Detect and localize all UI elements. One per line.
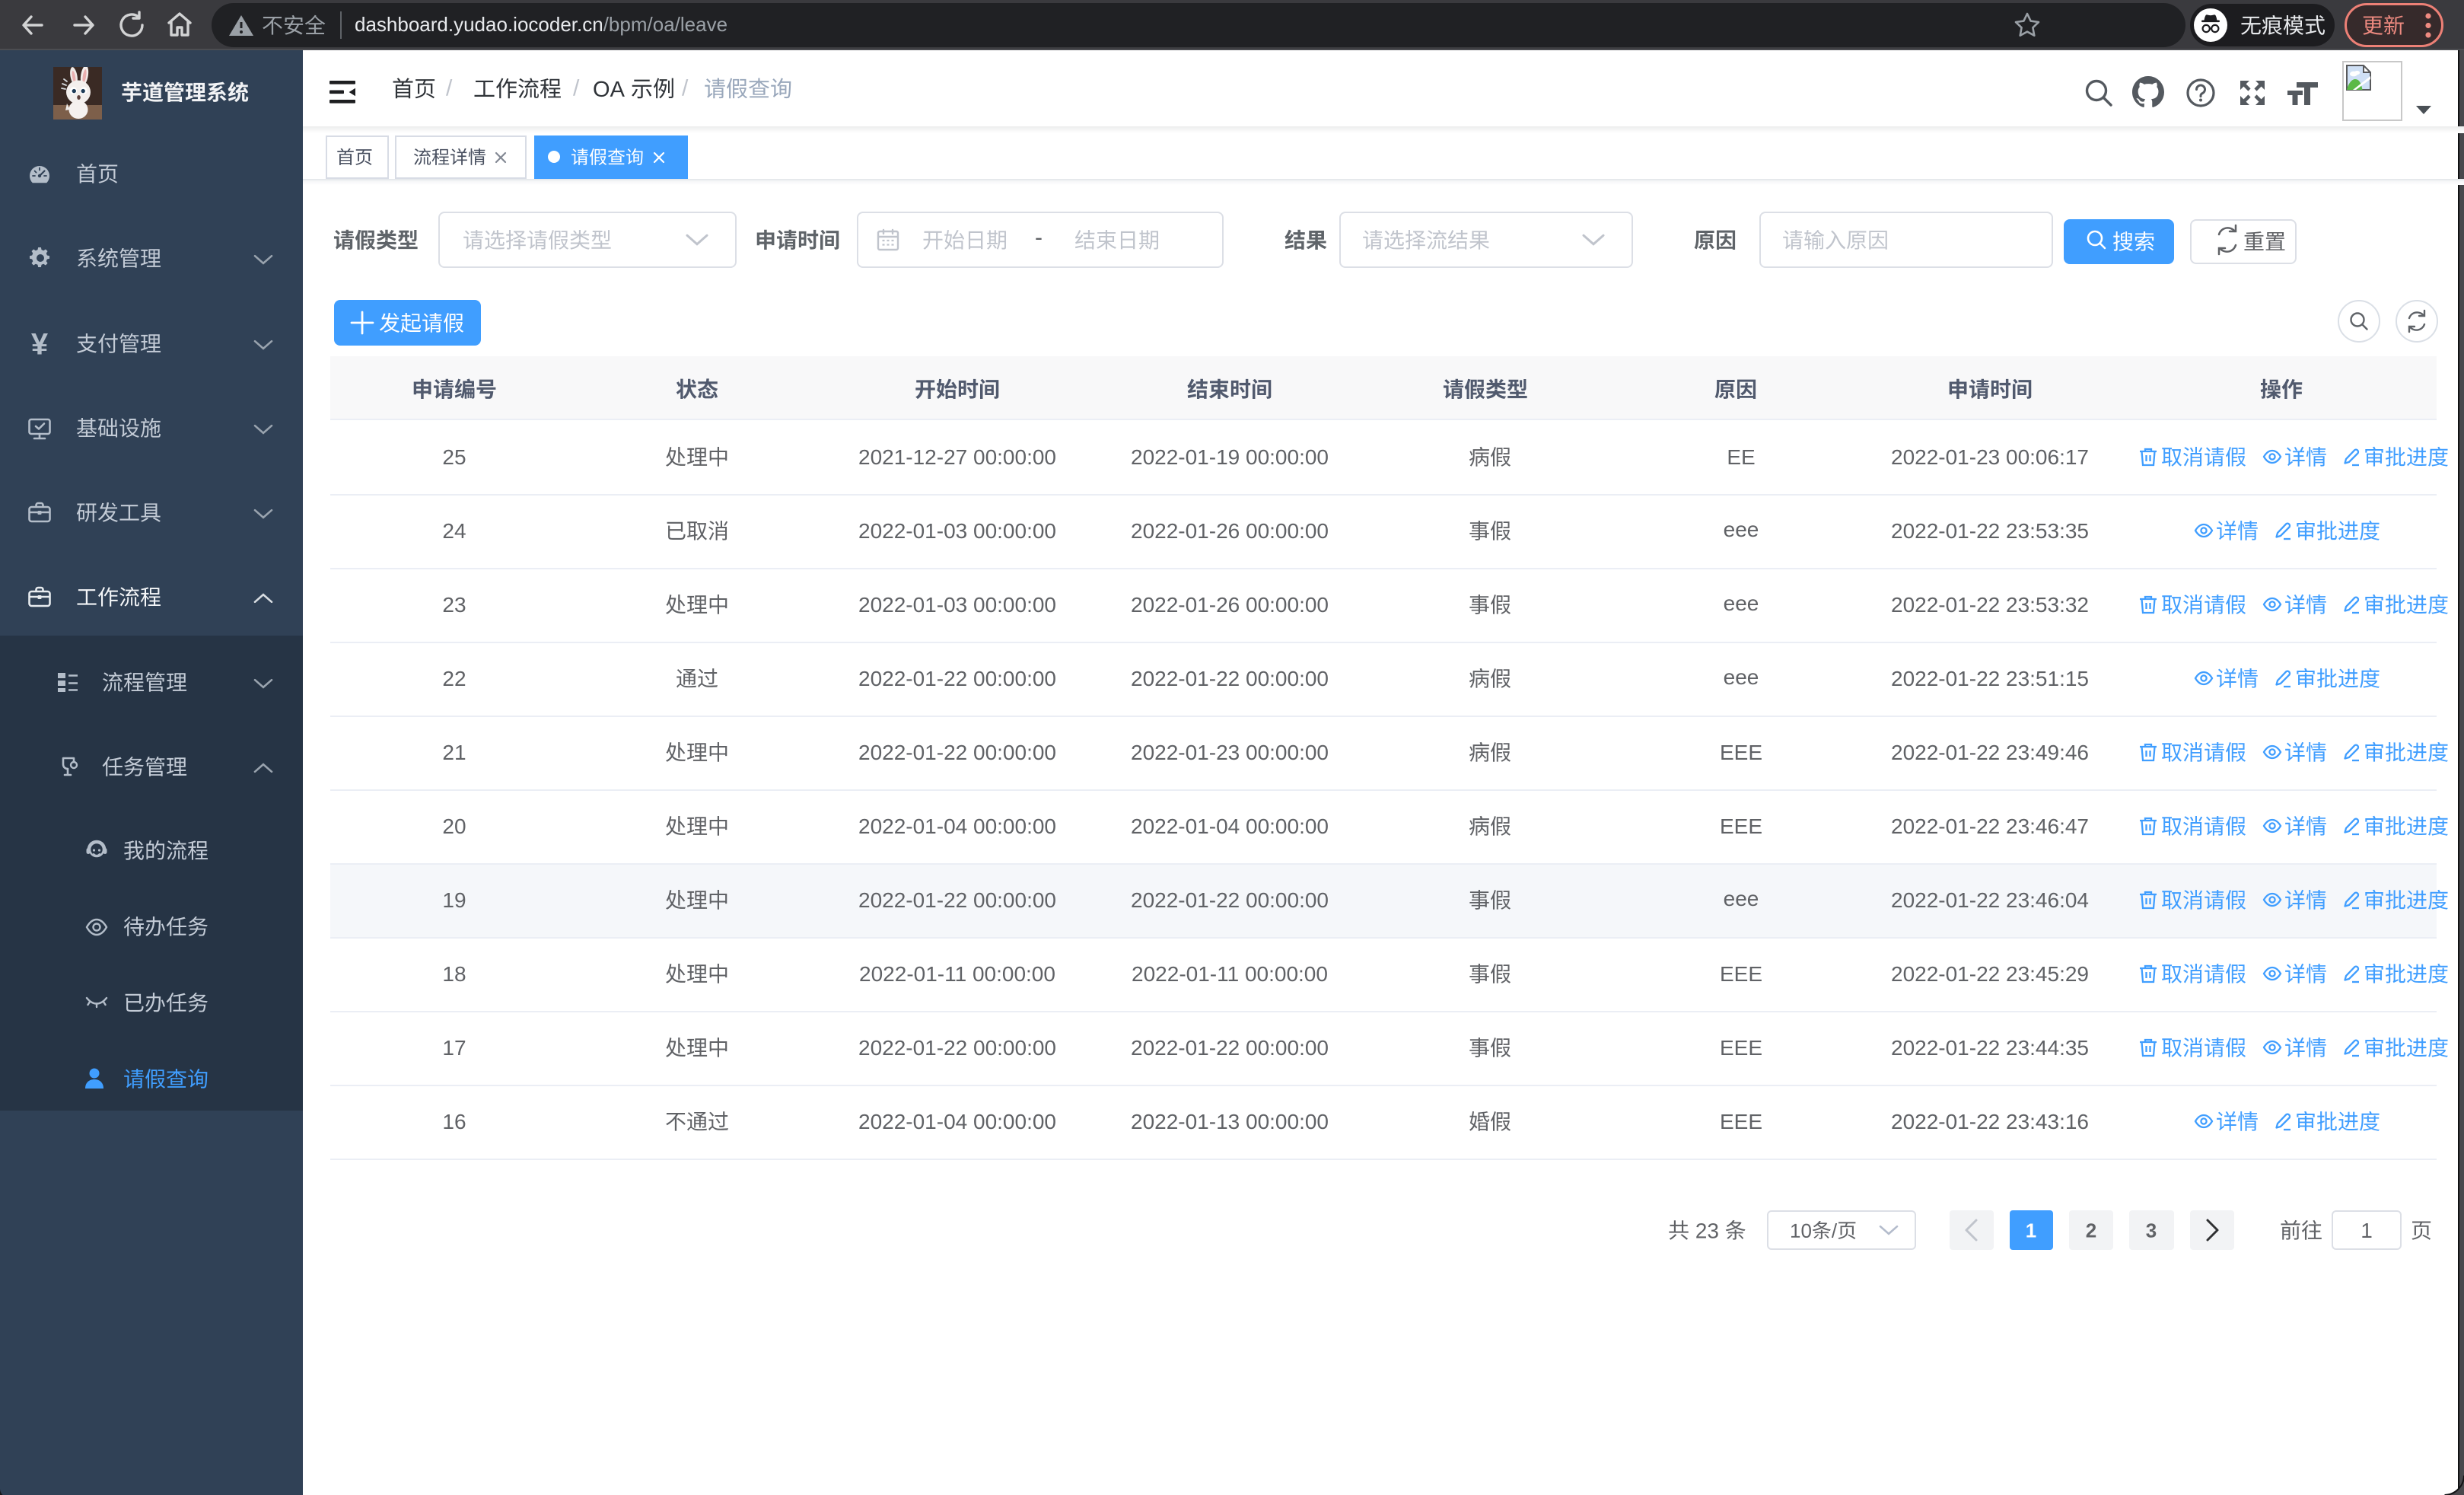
svg-text:eee: eee [1724, 518, 1759, 541]
svg-text:/: / [446, 76, 453, 101]
svg-text:18: 18 [442, 962, 466, 986]
svg-text:/: / [682, 76, 689, 101]
svg-text:3: 3 [2146, 1219, 2157, 1242]
svg-text:24: 24 [442, 519, 466, 543]
svg-text:EEE: EEE [1720, 814, 1762, 838]
svg-text:EEE: EEE [1720, 741, 1762, 764]
svg-text:2022-01-22 00:00:00: 2022-01-22 00:00:00 [858, 667, 1056, 690]
svg-text:eee: eee [1724, 887, 1759, 910]
svg-text:2022-01-22 00:00:00: 2022-01-22 00:00:00 [1131, 888, 1329, 912]
svg-text:2022-01-22 23:53:32: 2022-01-22 23:53:32 [1891, 593, 2089, 617]
svg-text:2022-01-11 00:00:00: 2022-01-11 00:00:00 [859, 962, 1055, 986]
svg-text:2022-01-26 00:00:00: 2022-01-26 00:00:00 [1131, 593, 1329, 617]
svg-text:2022-01-22 23:46:47: 2022-01-22 23:46:47 [1891, 814, 2089, 838]
svg-text:¥: ¥ [31, 327, 49, 361]
svg-text:2022-01-22 23:49:46: 2022-01-22 23:49:46 [1891, 741, 2089, 764]
svg-text:2022-01-11 00:00:00: 2022-01-11 00:00:00 [1132, 962, 1328, 986]
svg-text:-: - [1035, 225, 1043, 250]
svg-text:2022-01-22 00:00:00: 2022-01-22 00:00:00 [1131, 1036, 1329, 1060]
svg-text:2022-01-22 00:00:00: 2022-01-22 00:00:00 [1131, 667, 1329, 690]
svg-text:EE: EE [1727, 445, 1755, 469]
svg-text:2: 2 [2086, 1219, 2096, 1242]
svg-text:2022-01-22 23:46:04: 2022-01-22 23:46:04 [1891, 888, 2089, 912]
svg-text:1: 1 [2026, 1219, 2036, 1242]
svg-text:dashboard.yudao.iocoder.cn/bpm: dashboard.yudao.iocoder.cn/bpm/oa/leave [355, 13, 727, 36]
svg-text:20: 20 [442, 814, 466, 838]
svg-text:EEE: EEE [1720, 1036, 1762, 1060]
svg-text:2022-01-26 00:00:00: 2022-01-26 00:00:00 [1131, 519, 1329, 543]
svg-text:2022-01-22 23:45:29: 2022-01-22 23:45:29 [1891, 962, 2089, 986]
svg-text:2022-01-23 00:06:17: 2022-01-23 00:06:17 [1891, 445, 2089, 469]
svg-text:17: 17 [442, 1036, 466, 1060]
svg-text:22: 22 [442, 667, 466, 690]
svg-text:eee: eee [1724, 591, 1759, 615]
svg-text:2022-01-04 00:00:00: 2022-01-04 00:00:00 [858, 814, 1056, 838]
svg-text:19: 19 [442, 888, 466, 912]
svg-text:2021-12-27 00:00:00: 2021-12-27 00:00:00 [858, 445, 1056, 469]
svg-text:/: / [573, 76, 580, 101]
svg-text:2022-01-03 00:00:00: 2022-01-03 00:00:00 [858, 519, 1056, 543]
svg-text:eee: eee [1724, 665, 1759, 689]
svg-text:2022-01-22 23:53:35: 2022-01-22 23:53:35 [1891, 519, 2089, 543]
svg-text:2022-01-23 00:00:00: 2022-01-23 00:00:00 [1131, 741, 1329, 764]
svg-text:2022-01-03 00:00:00: 2022-01-03 00:00:00 [858, 593, 1056, 617]
svg-text:21: 21 [442, 741, 466, 764]
svg-text:2022-01-19 00:00:00: 2022-01-19 00:00:00 [1131, 445, 1329, 469]
svg-text:2022-01-22 00:00:00: 2022-01-22 00:00:00 [858, 888, 1056, 912]
svg-text:25: 25 [442, 445, 466, 469]
svg-text:EEE: EEE [1720, 962, 1762, 986]
svg-text:23: 23 [442, 593, 466, 617]
svg-text:2022-01-04 00:00:00: 2022-01-04 00:00:00 [1131, 814, 1329, 838]
svg-text:1: 1 [2361, 1219, 2373, 1242]
svg-text:EEE: EEE [1720, 1110, 1762, 1133]
svg-text:2022-01-22 23:43:16: 2022-01-22 23:43:16 [1891, 1110, 2089, 1133]
svg-text:2022-01-22 23:44:35: 2022-01-22 23:44:35 [1891, 1036, 2089, 1060]
svg-text:2022-01-13 00:00:00: 2022-01-13 00:00:00 [1131, 1110, 1329, 1133]
svg-text:2022-01-22 00:00:00: 2022-01-22 00:00:00 [858, 741, 1056, 764]
svg-text:16: 16 [442, 1110, 466, 1133]
svg-text:2022-01-22 23:51:15: 2022-01-22 23:51:15 [1891, 667, 2089, 690]
svg-text:2022-01-22 00:00:00: 2022-01-22 00:00:00 [858, 1036, 1056, 1060]
svg-text:2022-01-04 00:00:00: 2022-01-04 00:00:00 [858, 1110, 1056, 1133]
